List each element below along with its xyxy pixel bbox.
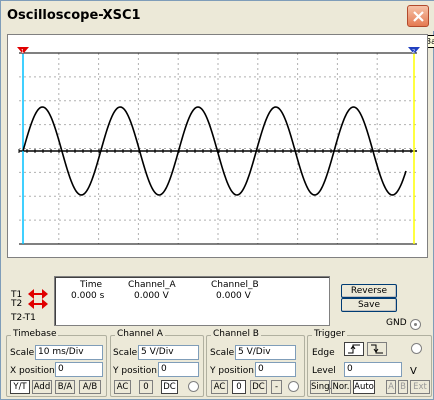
scope-screen[interactable]: 1 2 xyxy=(11,37,425,254)
channel-b-scale-label: Scale xyxy=(210,348,235,358)
gnd-radio[interactable] xyxy=(410,319,421,330)
gnd-label: GND xyxy=(386,318,407,328)
channel-a-zero-button[interactable]: 0 xyxy=(139,380,153,394)
t2-arrows-icon[interactable] xyxy=(28,299,48,309)
x-position-label: X position xyxy=(10,366,55,376)
trigger-auto-button[interactable]: Auto xyxy=(353,380,375,394)
t2-label: T2 xyxy=(11,299,23,309)
measurement-readout: Time Channel_A Channel_B 0.000 s 0.000 V… xyxy=(54,276,330,326)
channel-b-ac-button[interactable]: AC xyxy=(211,380,228,394)
close-button[interactable] xyxy=(407,5,429,27)
x-position-field[interactable]: 0 xyxy=(55,362,103,377)
channel-a-value: 0.000 V xyxy=(134,291,169,301)
channel-b-ypos-label: Y position xyxy=(210,366,255,376)
channel-b-zero-button[interactable]: 0 xyxy=(232,380,246,394)
trigger-radio[interactable] xyxy=(411,343,422,354)
channel-b-scale-field[interactable]: 5 V/Div xyxy=(235,345,296,360)
trigger-source-a-button[interactable]: A xyxy=(386,380,396,394)
falling-edge-icon xyxy=(371,344,383,354)
mode-ab-button[interactable]: A/B xyxy=(79,380,101,394)
trigger-source-b-button[interactable]: B xyxy=(398,380,408,394)
channel-b-value: 0.000 V xyxy=(216,291,251,301)
timebase-scale-label: Scale xyxy=(10,348,35,358)
trigger-normal-button[interactable]: Nor. xyxy=(331,380,351,394)
channel-a-scale-label: Scale xyxy=(113,348,138,358)
trigger-edge-label: Edge xyxy=(312,348,335,358)
mode-ba-button[interactable]: B/A xyxy=(55,380,75,394)
trigger-label: Trigger xyxy=(312,329,348,339)
window-title: Oscilloscope-XSC1 xyxy=(7,8,141,23)
cursor-1-number: 1 xyxy=(21,49,24,55)
mode-add-button[interactable]: Add xyxy=(32,380,52,394)
channel-a-scale-field[interactable]: 5 V/Div xyxy=(138,345,199,360)
t1-arrows-icon[interactable] xyxy=(28,289,48,299)
rising-edge-icon xyxy=(348,344,360,354)
oscilloscope-window: Oscilloscope-XSC1 3a 1 2 T1 T2 T2-T1 Tim… xyxy=(0,0,434,400)
trigger-level-unit: V xyxy=(410,366,417,377)
grid xyxy=(19,53,417,244)
timebase-scale-field[interactable]: 10 ms/Div xyxy=(35,345,103,360)
trigger-level-label: Level xyxy=(312,366,336,376)
title-bar[interactable]: Oscilloscope-XSC1 xyxy=(1,1,434,31)
trigger-level-field[interactable]: 0 xyxy=(344,362,402,377)
falling-edge-button[interactable] xyxy=(367,342,387,356)
channel-b-minus-button[interactable]: - xyxy=(271,380,282,394)
trigger-single-button[interactable]: Sing. xyxy=(310,380,332,394)
save-button[interactable]: Save xyxy=(341,298,397,312)
rising-edge-button[interactable] xyxy=(344,342,364,356)
channel-a-ac-button[interactable]: AC xyxy=(114,380,131,394)
channel-a-ypos-label: Y position xyxy=(113,366,158,376)
channel-a-ypos-field[interactable]: 0 xyxy=(158,362,199,377)
t2-t1-label: T2-T1 xyxy=(11,313,36,323)
channel-a-label: Channel A xyxy=(115,329,165,339)
close-icon xyxy=(413,11,424,22)
channel-a-dc-button[interactable]: DC xyxy=(161,380,178,394)
time-value: 0.000 s xyxy=(71,291,105,301)
channel-b-dc-button[interactable]: DC xyxy=(250,380,267,394)
trigger-source-ext-button[interactable]: Ext xyxy=(410,380,430,394)
channel-b-header: Channel_B xyxy=(211,280,259,290)
cursor-2-number: 2 xyxy=(412,49,415,55)
timebase-label: Timebase xyxy=(11,329,59,339)
channel-b-label: Channel B xyxy=(211,329,261,339)
channel-b-radio[interactable] xyxy=(288,381,299,392)
time-header: Time xyxy=(80,280,103,290)
reverse-button[interactable]: Reverse xyxy=(341,284,397,298)
channel-a-header: Channel_A xyxy=(128,280,176,290)
channel-a-radio[interactable] xyxy=(188,381,199,392)
mode-yt-button[interactable]: Y/T xyxy=(10,380,30,394)
channel-b-ypos-field[interactable]: 0 xyxy=(255,362,296,377)
